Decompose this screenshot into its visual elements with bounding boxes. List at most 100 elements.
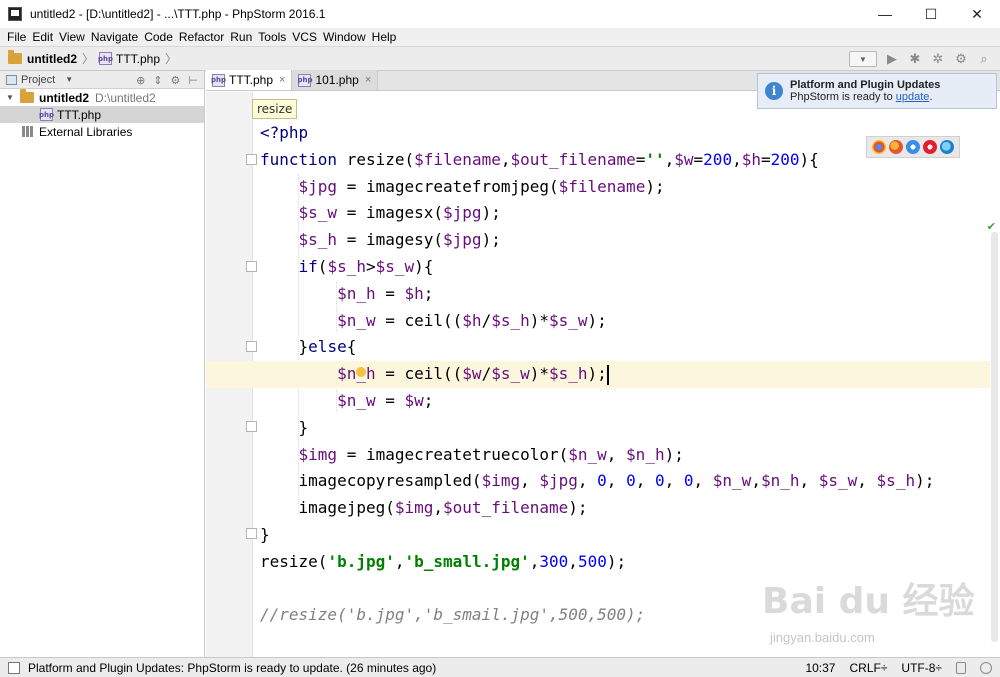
tree-item-ttt-php[interactable]: php TTT.php bbox=[0, 106, 204, 123]
run-config-dropdown[interactable]: ▼ bbox=[849, 51, 877, 67]
tree-item-external-libraries[interactable]: External Libraries bbox=[0, 123, 204, 140]
status-bar: Platform and Plugin Updates: PhpStorm is… bbox=[0, 657, 1000, 677]
code-line: if($s_h>$s_w){ bbox=[298, 256, 434, 276]
fold-marker[interactable] bbox=[246, 341, 257, 352]
tree-item-label: External Libraries bbox=[39, 124, 133, 139]
maximize-button[interactable]: ☐ bbox=[908, 0, 954, 28]
menu-file[interactable]: File bbox=[4, 30, 29, 44]
code-line: } bbox=[260, 524, 270, 544]
navigation-bar: untitled2 〉 php TTT.php 〉 ▼ ▶ ✱ ✲ ⚙ ⌕ bbox=[0, 46, 1000, 71]
menu-run[interactable]: Run bbox=[227, 30, 255, 44]
expand-arrow-icon[interactable]: ▼ bbox=[6, 93, 16, 102]
collapse-all-icon[interactable]: ⇕ bbox=[153, 74, 162, 87]
coverage-icon[interactable]: ✲ bbox=[930, 51, 946, 67]
window-title: untitled2 - [D:\untitled2] - ...\TTT.php… bbox=[30, 7, 326, 21]
project-view-selector[interactable]: Project bbox=[21, 74, 55, 86]
code-line: $s_h = imagesy($jpg); bbox=[298, 230, 501, 250]
gear-icon[interactable]: ⚙ bbox=[171, 74, 181, 87]
php-file-icon: php bbox=[39, 108, 54, 121]
baidu-watermark: Bai du 经验 bbox=[762, 581, 975, 622]
folder-icon bbox=[20, 89, 34, 103]
code-line: imagejpeg($img,$out_filename); bbox=[298, 498, 588, 518]
internet-explorer-icon[interactable] bbox=[939, 140, 954, 154]
tree-item-label: untitled2 bbox=[39, 90, 89, 105]
menu-tools[interactable]: Tools bbox=[255, 30, 289, 44]
tool-windows-icon[interactable] bbox=[8, 661, 20, 674]
fold-marker[interactable] bbox=[246, 421, 257, 432]
project-tool-window: Project ▼ ⊕ ⇕ ⚙ ⊢ ▼ untitled2 D:\untitle… bbox=[0, 71, 205, 657]
breadcrumb-project[interactable]: untitled2 bbox=[27, 52, 77, 66]
fold-marker[interactable] bbox=[246, 261, 257, 272]
fold-marker[interactable] bbox=[246, 528, 257, 539]
code-line: $s_w = imagesx($jpg); bbox=[298, 203, 501, 223]
menu-vcs[interactable]: VCS bbox=[289, 30, 320, 44]
notification-body: Platform and Plugin Updates PhpStorm is … bbox=[790, 79, 940, 103]
php-file-icon: php bbox=[297, 73, 312, 87]
caret-position[interactable]: 10:37 bbox=[805, 661, 835, 675]
code-line: $n_w = $w; bbox=[337, 390, 434, 410]
php-file-icon: php bbox=[211, 73, 226, 87]
minimize-button[interactable]: — bbox=[862, 0, 908, 28]
code-line: imagecopyresampled($img, $jpg, 0, 0, 0, … bbox=[298, 471, 935, 491]
menu-window[interactable]: Window bbox=[320, 30, 369, 44]
project-view-icon bbox=[6, 74, 17, 85]
menu-refactor[interactable]: Refactor bbox=[176, 30, 227, 44]
safari-icon[interactable] bbox=[905, 140, 920, 154]
editor-scrollbar[interactable] bbox=[991, 232, 998, 642]
folder-icon bbox=[8, 50, 22, 64]
menu-bar: File Edit View Navigate Code Refactor Ru… bbox=[0, 28, 1000, 46]
menu-help[interactable]: Help bbox=[369, 30, 400, 44]
close-tab-icon[interactable]: × bbox=[279, 74, 285, 86]
debug-icon[interactable]: ✱ bbox=[907, 51, 923, 67]
menu-navigate[interactable]: Navigate bbox=[88, 30, 141, 44]
window-controls: — ☐ ✕ bbox=[862, 0, 1000, 28]
code-line: $jpg = imagecreatefromjpeg($filename); bbox=[298, 176, 665, 196]
update-notification[interactable]: i Platform and Plugin Updates PhpStorm i… bbox=[757, 73, 997, 109]
code-line: $n_w = ceil(($h/$s_h)*$s_w); bbox=[337, 310, 607, 330]
menu-view[interactable]: View bbox=[56, 30, 88, 44]
code-content[interactable]: <?php function resize($filename,$out_fil… bbox=[206, 120, 990, 629]
scroll-from-source-icon[interactable]: ⊕ bbox=[136, 74, 145, 87]
baidu-watermark-url: jingyan.baidu.com bbox=[770, 630, 875, 645]
code-line: $img = imagecreatetruecolor($n_w, $n_h); bbox=[298, 444, 684, 464]
fold-marker[interactable] bbox=[246, 154, 257, 165]
search-everywhere-icon[interactable]: ⌕ bbox=[976, 51, 992, 67]
tree-item-label: TTT.php bbox=[57, 107, 102, 122]
tab-label: 101.php bbox=[315, 73, 359, 87]
line-separator-selector[interactable]: CRLF÷ bbox=[849, 661, 887, 675]
hide-panel-icon[interactable]: ⊢ bbox=[188, 74, 198, 87]
breadcrumb-separator-end: 〉 bbox=[165, 52, 178, 66]
breadcrumb: untitled2 〉 php TTT.php 〉 bbox=[0, 50, 182, 67]
tab-101-php[interactable]: php 101.php × bbox=[292, 70, 379, 90]
hector-inspector-icon[interactable] bbox=[980, 661, 992, 674]
tree-item-project-root[interactable]: ▼ untitled2 D:\untitled2 bbox=[0, 89, 204, 106]
php-file-icon: php bbox=[98, 52, 113, 65]
code-line: }else{ bbox=[298, 337, 357, 357]
opera-icon[interactable] bbox=[922, 140, 937, 154]
status-widgets: 10:37 CRLF÷ UTF-8÷ bbox=[805, 658, 1000, 677]
breadcrumb-file[interactable]: TTT.php bbox=[116, 52, 160, 66]
firefox-icon[interactable] bbox=[889, 140, 904, 154]
tree-item-path: D:\untitled2 bbox=[95, 90, 156, 105]
close-window-button[interactable]: ✕ bbox=[954, 0, 1000, 28]
tab-label: TTT.php bbox=[229, 73, 274, 87]
phpstorm-app-icon bbox=[8, 7, 22, 21]
text-cursor bbox=[606, 364, 609, 385]
tab-ttt-php[interactable]: php TTT.php × bbox=[206, 70, 293, 90]
menu-edit[interactable]: Edit bbox=[29, 30, 56, 44]
close-tab-icon[interactable]: × bbox=[365, 74, 371, 86]
project-panel-header: Project ▼ ⊕ ⇕ ⚙ ⊢ bbox=[0, 71, 204, 89]
menu-code[interactable]: Code bbox=[141, 30, 176, 44]
lock-icon[interactable] bbox=[956, 661, 966, 674]
encoding-selector[interactable]: UTF-8÷ bbox=[901, 661, 942, 675]
current-code-line: $n_h = ceil(($w/$s_w)*$s_h); bbox=[206, 361, 990, 388]
code-line: $n_h = $h; bbox=[337, 283, 434, 303]
update-link[interactable]: update bbox=[896, 91, 930, 103]
title-bar: untitled2 - [D:\untitled2] - ...\TTT.php… bbox=[0, 0, 1000, 28]
profile-icon[interactable]: ⚙ bbox=[953, 51, 969, 67]
status-message[interactable]: Platform and Plugin Updates: PhpStorm is… bbox=[28, 661, 436, 675]
run-icon[interactable]: ▶ bbox=[884, 51, 900, 67]
chrome-icon[interactable] bbox=[872, 140, 887, 154]
code-line: } bbox=[298, 417, 309, 437]
chevron-down-icon[interactable]: ▼ bbox=[65, 75, 73, 84]
